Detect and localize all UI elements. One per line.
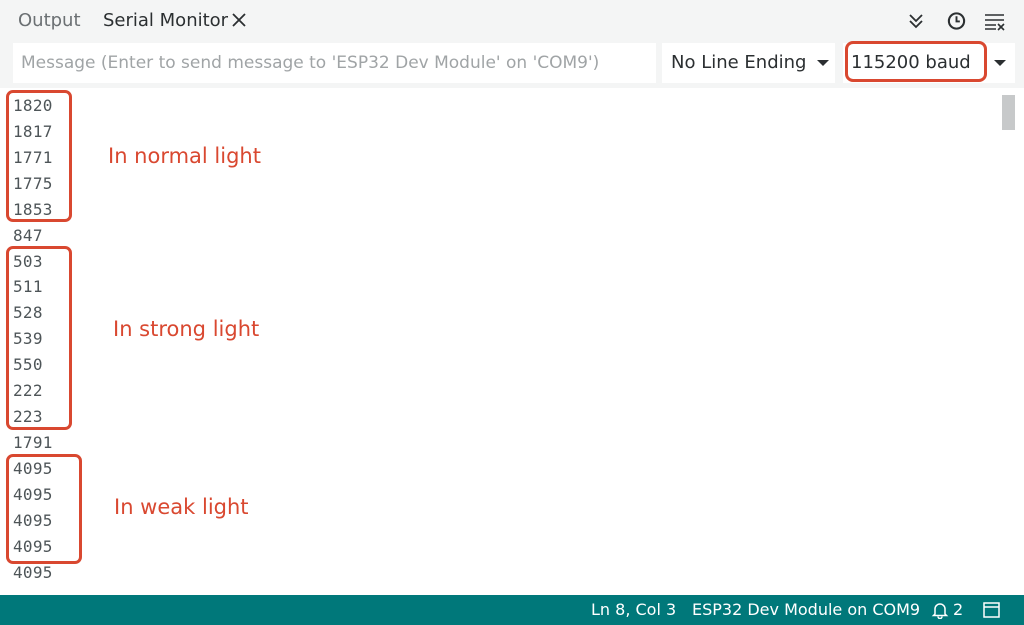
- chevron-down-icon: [817, 60, 829, 66]
- board-port-status[interactable]: ESP32 Dev Module on COM9: [692, 595, 920, 625]
- baud-rate-select[interactable]: 115200 baud: [843, 41, 1015, 83]
- close-icon[interactable]: [230, 11, 248, 29]
- chevron-down-icon: [994, 60, 1006, 66]
- clear-output-icon[interactable]: [984, 11, 1006, 31]
- clock-icon[interactable]: [946, 11, 967, 31]
- annotation-box-strong-light: [6, 246, 72, 430]
- annotation-strong-light: In strong light: [113, 317, 260, 341]
- panel-toggle-icon[interactable]: [983, 602, 1000, 618]
- annotation-box-normal-light: [6, 90, 72, 222]
- tab-serial-monitor[interactable]: Serial Monitor: [103, 0, 228, 42]
- serial-toolbar: No Line Ending 115200 baud: [0, 41, 1024, 88]
- line-ending-select[interactable]: No Line Ending: [662, 43, 835, 83]
- scrollbar-thumb[interactable]: [1002, 95, 1015, 130]
- baud-rate-value: 115200 baud: [851, 52, 971, 73]
- annotation-weak-light: In weak light: [114, 495, 249, 519]
- annotation-box-weak-light: [6, 454, 82, 564]
- message-input[interactable]: [13, 43, 656, 83]
- panel-tabbar: Output Serial Monitor: [0, 0, 1024, 42]
- serial-line: 1791: [13, 433, 53, 452]
- serial-output[interactable]: 1820 1817 1771 1775 1853 847 503 511 528…: [0, 88, 1024, 595]
- notification-count: 2: [953, 600, 964, 619]
- double-chevron-down-icon[interactable]: [907, 11, 925, 31]
- cursor-position[interactable]: Ln 8, Col 3: [591, 595, 676, 625]
- line-ending-value: No Line Ending: [671, 52, 807, 73]
- bell-icon[interactable]: [931, 601, 949, 619]
- tab-output[interactable]: Output: [18, 0, 81, 42]
- annotation-normal-light: In normal light: [108, 144, 261, 168]
- status-bar: Ln 8, Col 3 ESP32 Dev Module on COM9 2: [0, 595, 1024, 625]
